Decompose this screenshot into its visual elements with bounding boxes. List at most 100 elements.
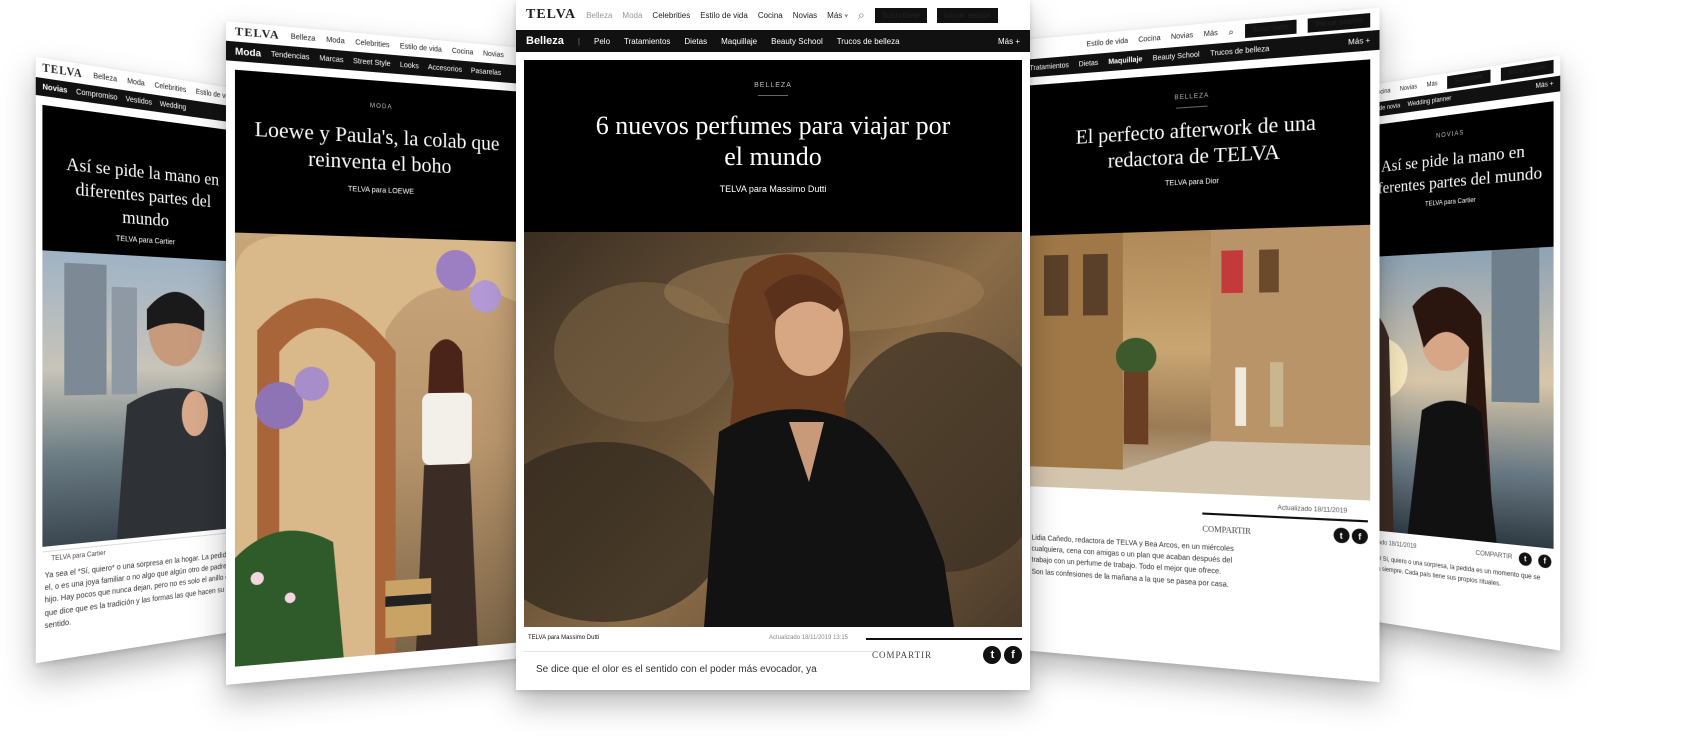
subnav-item-dietas[interactable]: Dietas — [684, 37, 707, 46]
article-header: MODA Loewe y Paula's, la colab que reinv… — [234, 69, 517, 242]
article-card-main[interactable]: TELVA Belleza Moda Celebrities Estilo de… — [516, 0, 1030, 690]
subnav-item[interactable]: Dietas — [1079, 59, 1099, 68]
subnav-item[interactable]: Accesorios — [428, 64, 462, 74]
site-logo[interactable]: TELVA — [235, 25, 280, 42]
sponsor-line: TELVA para Massimo Dutti — [719, 184, 827, 194]
nav-item[interactable]: Cocina — [452, 47, 473, 56]
share-label: COMPARTIR — [872, 650, 933, 660]
sponsor-line: TELVA para LOEWE — [347, 185, 414, 197]
nav-item[interactable]: Novias — [483, 50, 504, 59]
share-label: COMPARTIR — [1475, 550, 1513, 562]
nav-item[interactable]: Novias — [1400, 84, 1417, 93]
article-card-right-1[interactable]: Estilo de vida Cocina Novias Más ⌕ Suscr… — [1022, 7, 1380, 683]
subscribe-button[interactable]: Suscríbete — [874, 7, 928, 23]
model-photo — [524, 252, 1022, 627]
facebook-icon[interactable]: f — [1538, 553, 1552, 569]
section-label[interactable]: Belleza — [526, 35, 564, 47]
couple-photo — [1357, 247, 1540, 543]
byline: TELVA para Massimo Dutti — [528, 635, 600, 641]
article-card-left-1[interactable]: TELVA Belleza Moda Celebrities Estilo de… — [35, 56, 244, 664]
facebook-icon[interactable]: f — [1351, 528, 1368, 545]
subnav-more[interactable]: Más + — [998, 37, 1020, 46]
nav-item[interactable]: Más — [1427, 81, 1438, 89]
subnav-item-tratamientos[interactable]: Tratamientos — [624, 37, 670, 46]
article-header: BELLEZA El perfecto afterwork de una red… — [1029, 59, 1371, 236]
twitter-icon[interactable]: t — [1333, 527, 1350, 544]
subscribe-button[interactable]: Suscríbete — [1244, 19, 1297, 38]
article-photo — [42, 250, 239, 547]
subnav-item[interactable]: Vestidos — [126, 95, 152, 106]
share-label: COMPARTIR — [1202, 523, 1251, 536]
section-divider: | — [577, 36, 580, 46]
article-title: El perfecto afterwork de una redactora d… — [1075, 111, 1316, 173]
subnav-item-pelo[interactable]: Pelo — [594, 37, 610, 46]
nav-item-moda[interactable]: Moda — [622, 11, 642, 20]
section-label[interactable]: Moda — [235, 46, 261, 59]
share-bar: COMPARTIR t f — [1476, 547, 1552, 569]
facebook-icon[interactable]: f — [1004, 646, 1022, 664]
subnav-item[interactable]: Looks — [400, 61, 419, 70]
nav-item-mas[interactable]: Más ▾ — [827, 11, 848, 20]
nav-item[interactable]: Moda — [127, 77, 145, 87]
subnav-item[interactable]: Marcas — [319, 54, 343, 63]
subnav-item[interactable]: Street Style — [353, 57, 391, 67]
nav-item[interactable]: Belleza — [93, 72, 117, 83]
article-body: Lidia Cañedo, redactora de TELVA y Bea A… — [1031, 534, 1234, 589]
subnav-item[interactable]: Pasarelas — [471, 67, 501, 77]
subnav-item[interactable]: Maquillaje — [1108, 56, 1142, 66]
nav-item-celebrities[interactable]: Celebrities — [652, 11, 690, 20]
section-nav: Belleza | Pelo Tratamientos Dietas Maqui… — [516, 30, 1030, 52]
article-header: Así se pide la mano en diferentes partes… — [42, 104, 239, 262]
nav-item-mas-label: Más — [827, 10, 843, 20]
nav-item-estilo-de-vida[interactable]: Estilo de vida — [700, 11, 748, 20]
subnav-item-maquillaje[interactable]: Maquillaje — [721, 37, 757, 46]
nav-item[interactable]: Novias — [1171, 31, 1193, 40]
nav-item[interactable]: Estilo de vida — [1086, 37, 1128, 48]
nav-item[interactable]: Celebrities — [355, 39, 389, 49]
subnav-item[interactable]: Wedding — [160, 100, 186, 111]
nav-item-novias[interactable]: Novias — [793, 11, 817, 20]
subnav-item[interactable]: Compromiso — [76, 88, 117, 102]
top-nav: TELVA Belleza Moda Celebrities Estilo de… — [516, 0, 1030, 30]
article-meta: TELVA para Massimo Dutti Actualizado 18/… — [516, 627, 860, 645]
subnav-item[interactable]: Tendencias — [271, 50, 309, 61]
share-bar: COMPARTIR t f — [866, 638, 1022, 670]
twitter-icon[interactable]: t — [1518, 551, 1532, 567]
nav-item[interactable]: Celebrities — [155, 82, 187, 94]
subnav-item[interactable]: Tratamientos — [1030, 62, 1069, 72]
twitter-icon[interactable]: t — [983, 646, 1002, 664]
publish-date: Actualizado 18/11/2019 — [1277, 505, 1348, 515]
site-logo[interactable]: TELVA — [526, 7, 576, 23]
street-photo — [1029, 224, 1371, 501]
nav-item[interactable]: Moda — [326, 36, 345, 45]
article-title: Así se pide la mano en diferentes partes… — [66, 153, 220, 231]
login-button[interactable]: Iniciar sesión — [937, 7, 998, 23]
login-button[interactable]: Iniciar sesión — [1307, 12, 1371, 33]
section-label[interactable]: Novias — [42, 83, 67, 94]
article-photo — [524, 232, 1022, 627]
article-header: BELLEZA 6 nuevos perfumes para viajar po… — [524, 60, 1022, 232]
article-kicker: BELLEZA — [754, 82, 792, 89]
article-photo — [1029, 224, 1371, 501]
subnav-more[interactable]: Más + — [1535, 81, 1553, 90]
nav-item[interactable]: Belleza — [291, 33, 316, 43]
nav-item[interactable]: Estilo de vida — [400, 43, 442, 54]
article-card-right-2[interactable]: Cocina Novias Más Suscríbete Iniciar ses… — [1352, 55, 1561, 651]
article-card-left-2[interactable]: TELVA Belleza Moda Celebrities Estilo de… — [225, 21, 525, 685]
search-icon[interactable]: ⌕ — [1228, 26, 1233, 38]
subnav-item[interactable]: Beauty School — [1153, 51, 1200, 62]
subnav-item-trucos[interactable]: Trucos de belleza — [837, 37, 900, 46]
publish-date: Actualizado 18/11/2019 13:15 — [769, 635, 848, 641]
nav-item-cocina[interactable]: Cocina — [758, 11, 783, 20]
subnav-item-beauty-school[interactable]: Beauty School — [771, 37, 823, 46]
subnav-item[interactable]: Trucos de belleza — [1210, 45, 1269, 57]
nav-item[interactable]: Más — [1204, 29, 1218, 38]
nav-item[interactable]: Cocina — [1138, 34, 1160, 43]
site-logo[interactable]: TELVA — [42, 62, 82, 80]
subnav-more[interactable]: Más + — [1348, 37, 1370, 47]
search-icon[interactable]: ⌕ — [858, 8, 865, 23]
article-title: 6 nuevos perfumes para viajar por el mun… — [595, 111, 951, 171]
nav-item-belleza[interactable]: Belleza — [586, 11, 612, 20]
subnav-item[interactable]: Wedding planner — [1408, 96, 1452, 108]
couple-photo — [64, 262, 232, 540]
